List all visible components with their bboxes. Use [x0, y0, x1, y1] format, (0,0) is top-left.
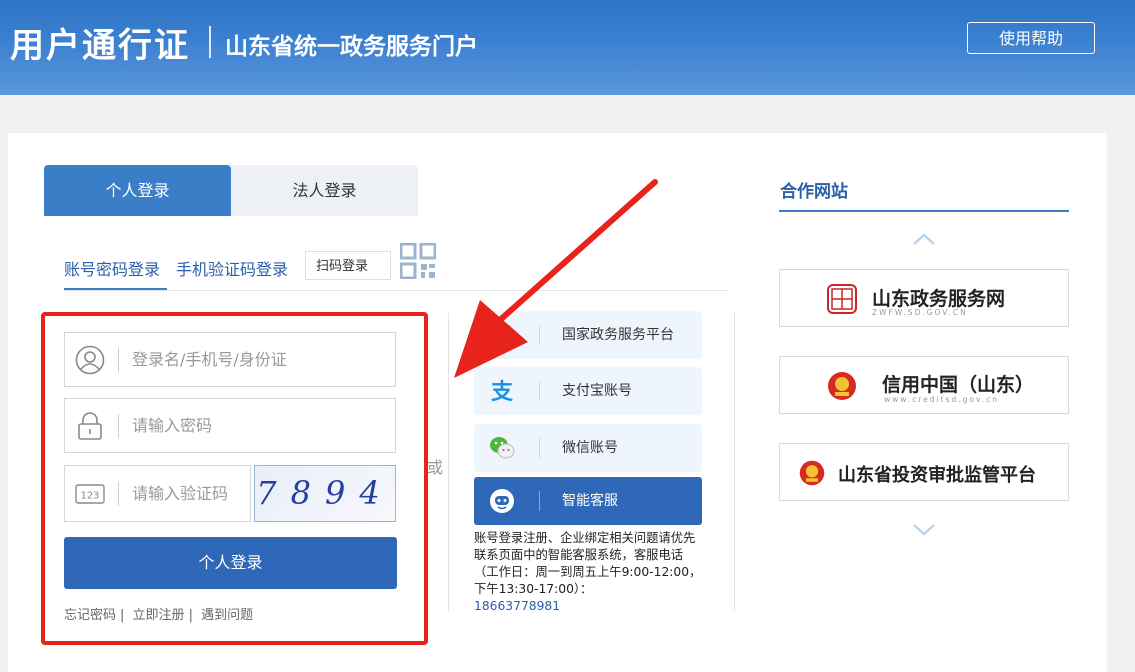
captcha-placeholder: 请输入验证码: [132, 484, 229, 503]
tab-legal-person-login[interactable]: 法人登录: [231, 165, 418, 216]
header-bar: 用户通行证 山东省统一政务服务门户 使用帮助: [0, 0, 1135, 95]
robot-icon: [490, 489, 514, 513]
chevron-up-icon[interactable]: [911, 231, 937, 247]
smart-service-button[interactable]: 智能客服: [474, 477, 702, 525]
chevron-down-icon[interactable]: [911, 522, 937, 538]
number-123-icon: 123: [75, 484, 105, 504]
tab-personal-login[interactable]: 个人登录: [44, 165, 231, 216]
username-field[interactable]: 登录名/手机号/身份证: [64, 332, 396, 387]
partner-shandong-gov-service[interactable]: 山东政务服务网 ZWFW.SD.GOV.CN: [779, 269, 1069, 327]
partner-investment-approval[interactable]: 山东省投资审批监管平台: [779, 443, 1069, 501]
partner-sites-title: 合作网站: [780, 182, 848, 202]
forgot-password-link[interactable]: 忘记密码: [64, 608, 116, 623]
scan-login-button[interactable]: 扫码登录: [305, 251, 391, 280]
shandong-seal-icon: [827, 284, 857, 314]
annotation-arrow-icon: [454, 179, 658, 378]
option-divider: [539, 438, 540, 458]
subtab-account-password[interactable]: 账号密码登录: [64, 256, 160, 280]
wechat-label: 微信账号: [562, 440, 618, 456]
option-divider: [539, 491, 540, 511]
captcha-field[interactable]: 123 请输入验证码: [64, 465, 251, 522]
personal-login-button[interactable]: 个人登录: [64, 537, 397, 589]
help-button[interactable]: 使用帮助: [967, 22, 1095, 54]
qr-code-icon[interactable]: [400, 243, 436, 279]
national-emblem-icon: [828, 372, 856, 400]
field-divider: [118, 414, 119, 438]
partner-url: ZWFW.SD.GOV.CN: [872, 308, 968, 317]
wechat-login[interactable]: 微信账号: [474, 424, 702, 472]
brand-separator: [209, 26, 211, 58]
help-links: 忘记密码 | 立即注册 | 遇到问题: [64, 608, 254, 623]
svg-text:123: 123: [80, 491, 99, 502]
partner-name: 山东政务服务网: [872, 288, 1006, 310]
smart-service-label: 智能客服: [562, 493, 618, 509]
service-phone: 18663778981: [474, 599, 561, 613]
partner-credit-china-shandong[interactable]: 信用中国（山东） www.creditsd.gov.cn: [779, 356, 1069, 414]
captcha-text: 7894: [256, 474, 394, 512]
lock-icon: [78, 412, 102, 440]
partner-url: www.creditsd.gov.cn: [884, 395, 1000, 404]
portal-subtitle: 山东省统一政务服务门户: [225, 34, 478, 60]
partner-name: 信用中国（山东）: [882, 374, 1035, 396]
service-note: 账号登录注册、企业绑定相关问题请优先联系页面中的智能客服系统，客服电话（工作日：…: [474, 530, 706, 615]
partner-name: 山东省投资审批监管平台: [838, 465, 1036, 486]
problem-link[interactable]: 遇到问题: [201, 608, 253, 623]
column-divider: [734, 313, 735, 611]
partner-title-underline: [779, 210, 1069, 212]
or-label: 或: [427, 458, 444, 477]
register-link[interactable]: 立即注册: [133, 608, 185, 623]
service-note-text: 账号登录注册、企业绑定相关问题请优先联系页面中的智能客服系统，客服电话（工作日：…: [474, 531, 702, 596]
wechat-icon: [490, 437, 515, 459]
field-divider: [118, 348, 119, 372]
captcha-image[interactable]: 7894: [254, 465, 396, 522]
field-divider: [118, 482, 119, 506]
user-icon: [75, 345, 105, 375]
subtab-active-indicator: [64, 288, 167, 290]
brand-title: 用户通行证: [10, 26, 190, 66]
national-emblem-icon: [799, 460, 825, 486]
subtab-sms-code[interactable]: 手机验证码登录: [176, 256, 288, 280]
password-placeholder: 请输入密码: [132, 416, 213, 435]
username-placeholder: 登录名/手机号/身份证: [132, 350, 287, 369]
password-field[interactable]: 请输入密码: [64, 398, 396, 453]
